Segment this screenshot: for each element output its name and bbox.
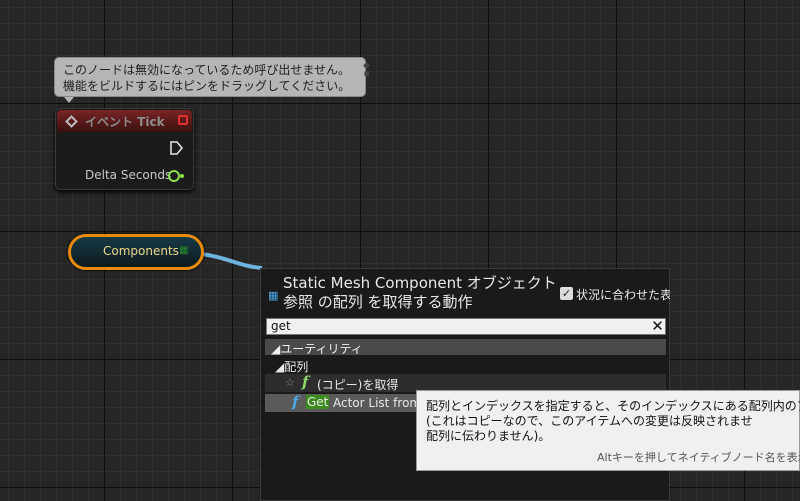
context-sensitive-checkbox[interactable]: ✓ [560,287,573,300]
menu-item-label: Actor List from [333,396,422,410]
tooltip-line-3: 配列に伝わりません)。 [426,429,551,443]
favorite-star-icon[interactable]: ☆ [285,376,295,389]
function-icon: f [292,393,299,411]
comment-tail [64,97,74,103]
components-variable-node[interactable]: Components ▦ [68,234,204,270]
event-diamond-icon [65,115,78,128]
event-delegate-pin-icon[interactable] [178,115,188,125]
search-input[interactable]: get ✕ [266,318,666,335]
context-sensitive-label[interactable]: 状況に合わせた表 [576,286,670,303]
search-match-highlight: Get [306,395,330,409]
menu-item-label: (コピー)を取得 [317,378,399,392]
array-pin-icon[interactable]: ▦ [179,246,193,256]
search-input-value: get [271,319,291,333]
event-node-title: イベント Tick [85,115,165,129]
event-tick-node[interactable]: イベント Tick Delta Seconds [55,108,194,190]
tooltip-alt-hint: Altキーを押してネイティブノード名を表示 [597,451,800,464]
action-tooltip: 配列とインデックスを指定すると、そのインデックスにある配列内のアイテ (これはコ… [416,390,800,471]
category-utility[interactable]: ◢ユーティリティ [265,339,666,356]
event-node-header: イベント Tick [57,110,192,132]
pin-comment-icon[interactable]: ◆ ▪ [362,62,371,79]
delta-seconds-label: Delta Seconds [85,168,172,182]
category-utility-label: ◢ユーティリティ [271,342,363,356]
exec-output-pin-icon[interactable] [169,141,183,155]
components-label: Components [103,244,179,258]
function-icon: f [302,373,309,391]
action-menu-title: Static Mesh Component オブジェクト参照 の配列 を取得する… [283,274,557,311]
pin-arrow-icon [180,174,184,178]
clear-search-icon[interactable]: ✕ [650,318,665,335]
tooltip-line-1: 配列とインデックスを指定すると、そのインデックスにある配列内のアイテ [426,399,800,413]
comment-line-2: 機能をビルドするにはピンをドラッグしてください。 [63,79,351,93]
array-type-icon: ▦ [268,289,279,302]
node-comment-bubble: このノードは無効になっているため呼び出せません。 機能をビルドするにはピンをドラ… [54,57,366,97]
tooltip-line-2: (これはコピーなので、このアイテムへの変更は反映されませ [426,414,753,428]
delta-seconds-pin-icon[interactable] [168,170,180,182]
comment-line-1: このノードは無効になっているため呼び出せません。 [63,63,351,77]
tooltip-description: 配列とインデックスを指定すると、そのインデックスにある配列内のアイテ (これはコ… [426,399,800,444]
